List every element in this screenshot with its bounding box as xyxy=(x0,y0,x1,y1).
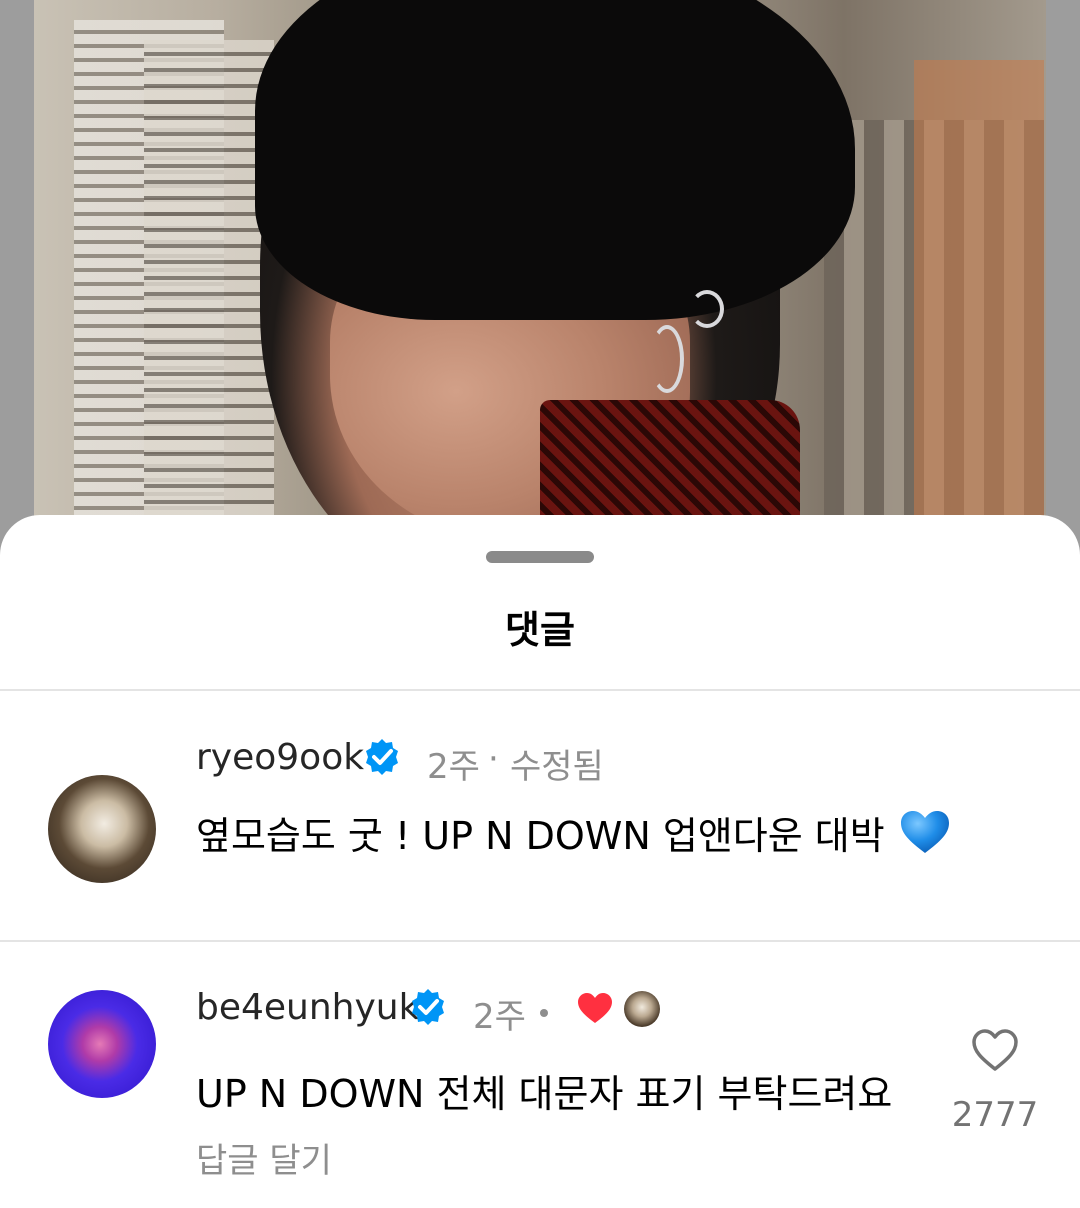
verified-badge-icon xyxy=(412,989,444,1025)
meta-dot xyxy=(540,1009,548,1017)
verified-badge-icon xyxy=(366,739,398,775)
comment-edited-label: 수정됨 xyxy=(510,747,604,787)
photo-earring-2 xyxy=(690,290,724,328)
post-photo-backdrop xyxy=(0,0,1080,560)
creator-avatar xyxy=(624,991,660,1027)
like-count: 2777 xyxy=(951,1095,1039,1135)
meta-separator: · xyxy=(488,739,499,779)
sheet-drag-handle[interactable] xyxy=(486,551,594,563)
avatar[interactable] xyxy=(48,990,156,1098)
photo-subject-hair xyxy=(255,0,855,320)
comment-body: 옆모습도 굿 ! UP N DOWN 업앤다운 대박 xyxy=(196,814,885,858)
comment-time: 2주 xyxy=(427,747,480,787)
comment-username[interactable]: be4eunhyuk xyxy=(196,987,419,1028)
reply-button[interactable]: 답글 달기 xyxy=(196,1133,332,1182)
comment-divider xyxy=(0,940,1080,942)
header-divider xyxy=(0,689,1080,691)
comments-sheet: 댓글 ryeo9ook 2주 · 수정됨 옆모습도 굿 ! UP N DOWN … xyxy=(0,515,1080,1208)
comment-text: UP N DOWN 전체 대문자 표기 부탁드려요 xyxy=(196,1072,893,1116)
comment-time: 2주 xyxy=(473,997,526,1037)
creator-liked-heart-icon xyxy=(578,993,612,1023)
photo-earring xyxy=(650,325,684,393)
comment-text: 옆모습도 굿 ! UP N DOWN 업앤다운 대박 xyxy=(196,805,951,860)
avatar[interactable] xyxy=(48,775,156,883)
blue-heart-icon xyxy=(900,811,949,853)
sheet-title: 댓글 xyxy=(505,608,575,652)
photo-building-right-2 xyxy=(914,60,1044,560)
like-heart-icon[interactable] xyxy=(970,1027,1020,1073)
comment-username[interactable]: ryeo9ook xyxy=(196,737,364,778)
